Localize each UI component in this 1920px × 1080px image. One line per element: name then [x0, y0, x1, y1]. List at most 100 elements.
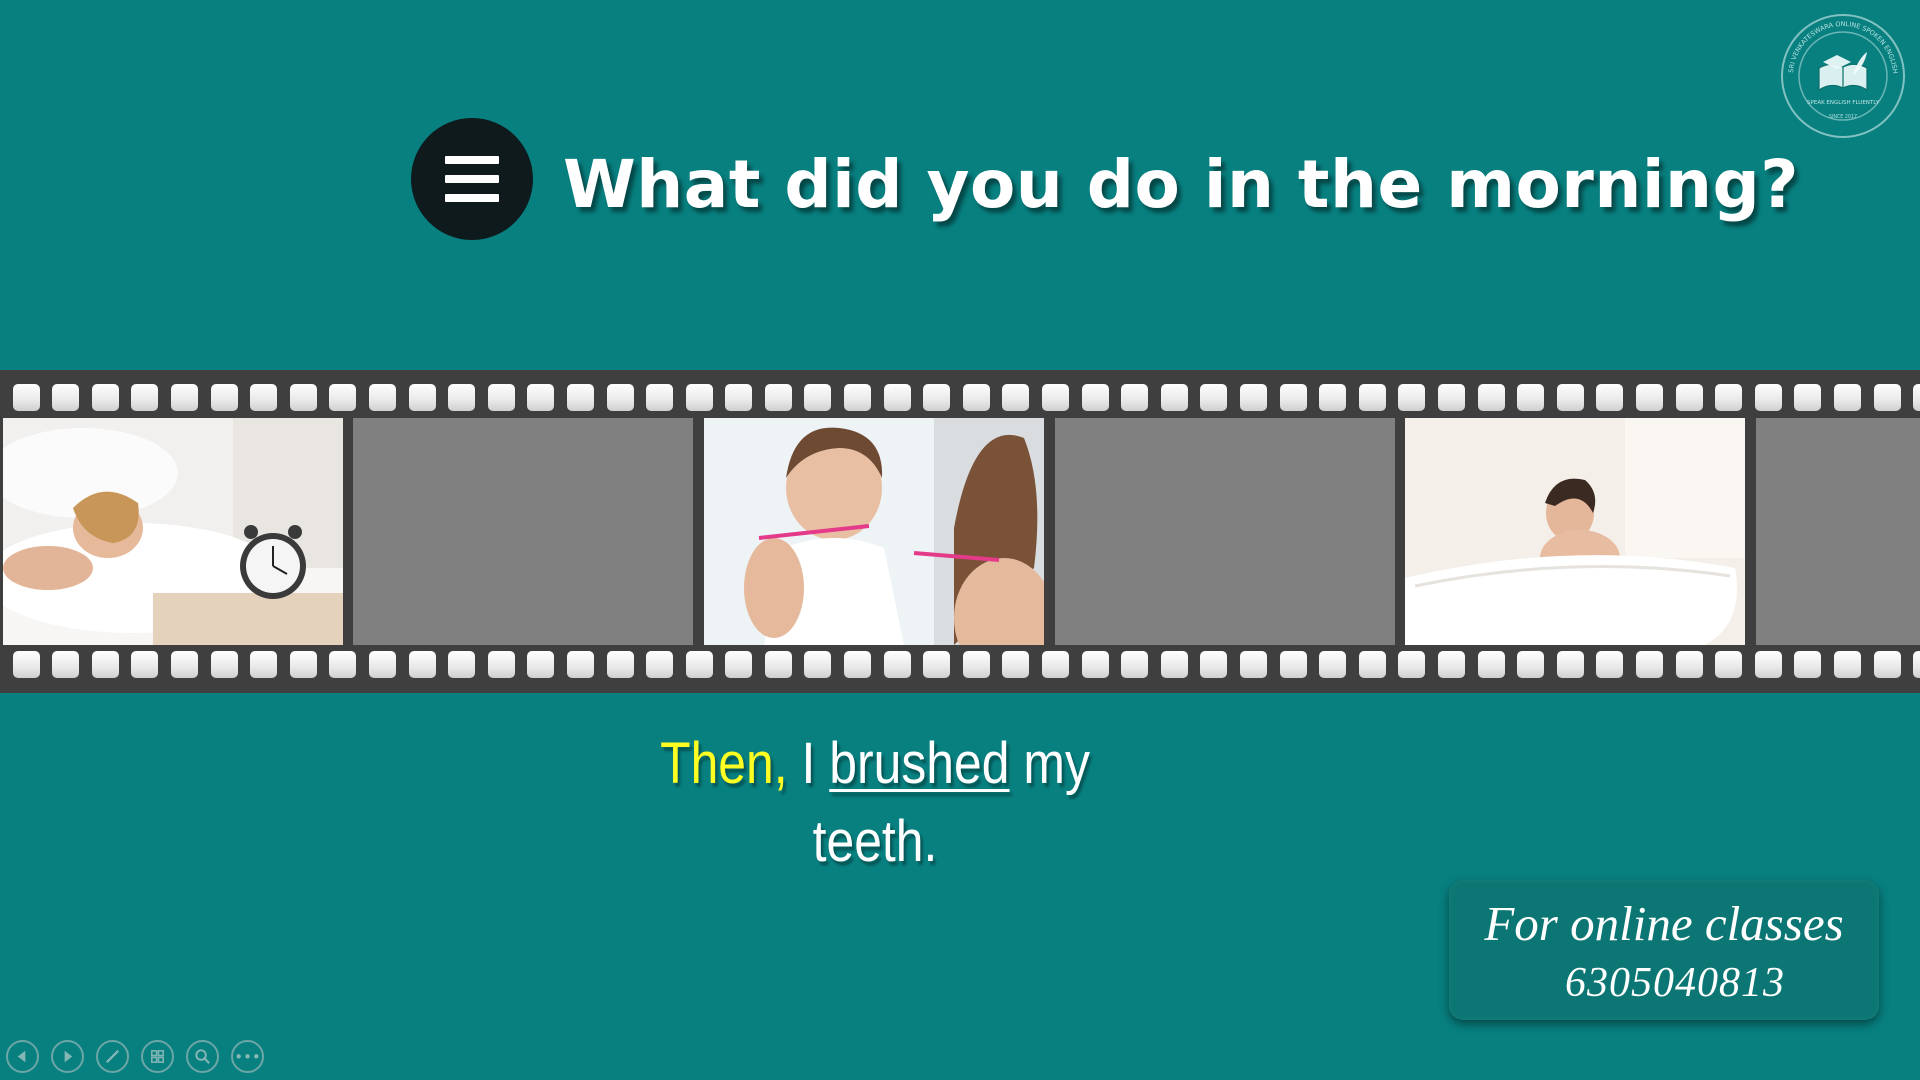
- film-perforation: [329, 384, 357, 411]
- film-perforation: [1319, 651, 1347, 678]
- hamburger-lines: [445, 156, 499, 202]
- next-slide-icon[interactable]: [51, 1040, 84, 1073]
- film-perforation: [170, 384, 198, 411]
- film-perforation: [1002, 651, 1030, 678]
- film-perforation: [250, 384, 278, 411]
- film-perforation: [448, 651, 476, 678]
- film-perforation: [210, 651, 238, 678]
- film-perforation: [1754, 651, 1782, 678]
- film-perforation: [1081, 384, 1109, 411]
- film-perforation: [487, 384, 515, 411]
- film-perforation: [91, 651, 119, 678]
- film-perforation: [1794, 651, 1822, 678]
- film-perforation: [1477, 651, 1505, 678]
- film-perforation: [606, 384, 634, 411]
- pen-icon[interactable]: [96, 1040, 129, 1073]
- film-perforation: [1873, 384, 1901, 411]
- woman-in-bed-photo: [3, 418, 343, 645]
- film-perforation: [1754, 384, 1782, 411]
- film-perforation: [1675, 651, 1703, 678]
- film-perforation: [448, 384, 476, 411]
- film-perforation: [329, 651, 357, 678]
- film-perforation: [1913, 651, 1920, 678]
- film-perforation: [170, 651, 198, 678]
- film-perforation: [1240, 651, 1267, 678]
- previous-slide-icon[interactable]: [6, 1040, 39, 1073]
- film-perforation: [725, 651, 753, 678]
- film-perforation: [91, 384, 119, 411]
- film-strip: [0, 370, 1920, 693]
- film-perforation: [131, 384, 159, 411]
- film-perforation: [527, 384, 555, 411]
- film-perforation: [923, 651, 951, 678]
- film-perforation: [1081, 651, 1109, 678]
- frame-empty-3: [1756, 418, 1920, 645]
- film-perforation: [1715, 651, 1743, 678]
- school-logo: SRI VENKATESWARA ONLINE SPOKEN ENGLISH S…: [1776, 6, 1907, 140]
- film-perforation: [962, 384, 990, 411]
- film-perforation: [487, 651, 515, 678]
- film-perforation: [368, 384, 396, 411]
- film-perforation: [1556, 651, 1584, 678]
- film-perforation: [1715, 384, 1743, 411]
- film-perforation: [1635, 384, 1663, 411]
- film-perforation: [1517, 384, 1545, 411]
- film-perforation: [883, 651, 911, 678]
- film-perforation: [1121, 651, 1149, 678]
- film-perforation: [12, 651, 40, 678]
- film-perforation: [52, 384, 80, 411]
- slides-grid-icon[interactable]: [141, 1040, 174, 1073]
- film-perforation: [1319, 384, 1347, 411]
- film-perforations-top: [0, 384, 1920, 412]
- caption-verb: brushed: [829, 731, 1010, 796]
- zoom-icon[interactable]: [186, 1040, 219, 1073]
- film-perforation: [1398, 651, 1426, 678]
- film-perforation: [685, 651, 713, 678]
- film-perforation: [646, 384, 674, 411]
- film-frames: [0, 418, 1920, 645]
- film-perforation: [566, 384, 594, 411]
- online-classes-promo: For online classes 6305040813: [1449, 880, 1879, 1020]
- film-perforation: [1833, 384, 1861, 411]
- film-perforation: [962, 651, 990, 678]
- film-perforation: [685, 384, 713, 411]
- film-perforation: [1913, 384, 1920, 411]
- slideshow-toolbar: •••: [6, 1040, 264, 1073]
- film-perforation: [1358, 384, 1386, 411]
- more-options-icon[interactable]: •••: [231, 1040, 264, 1073]
- film-perforation: [1635, 651, 1663, 678]
- woman-brushing-teeth-photo: [704, 418, 1044, 645]
- logo-tagline: SPEAK ENGLISH FLUENTLY: [1807, 100, 1880, 106]
- caption-object: teeth.: [812, 809, 938, 874]
- film-perforation: [1358, 651, 1386, 678]
- film-perforations-bottom: [0, 651, 1920, 679]
- caption-possessive: my: [1023, 731, 1090, 796]
- film-perforation: [250, 651, 278, 678]
- frame-empty-1: [353, 418, 693, 645]
- film-perforation: [1833, 651, 1861, 678]
- logo-since: SINCE 2017: [1829, 114, 1857, 120]
- promo-phone-number: 6305040813: [1565, 960, 1785, 1006]
- film-perforation: [1002, 384, 1030, 411]
- frame-woman-in-bed: [3, 418, 343, 645]
- film-perforation: [1437, 384, 1465, 411]
- film-perforation: [764, 651, 792, 678]
- film-perforation: [1556, 384, 1584, 411]
- film-perforation: [1160, 384, 1188, 411]
- film-perforation: [923, 384, 951, 411]
- film-perforation: [289, 384, 317, 411]
- film-perforation: [1596, 384, 1624, 411]
- film-perforation: [1200, 651, 1228, 678]
- sentence-caption: Then, I brushed my teeth.: [639, 725, 1112, 881]
- film-perforation: [1160, 651, 1188, 678]
- film-perforation: [52, 651, 80, 678]
- caption-subject: I: [801, 731, 816, 796]
- film-perforation: [1279, 651, 1307, 678]
- film-perforation: [1279, 384, 1307, 411]
- film-perforation: [12, 384, 40, 411]
- film-perforation: [527, 651, 555, 678]
- film-perforation: [804, 384, 832, 411]
- film-perforation: [131, 651, 159, 678]
- film-perforation: [408, 384, 436, 411]
- film-perforation: [1200, 384, 1228, 411]
